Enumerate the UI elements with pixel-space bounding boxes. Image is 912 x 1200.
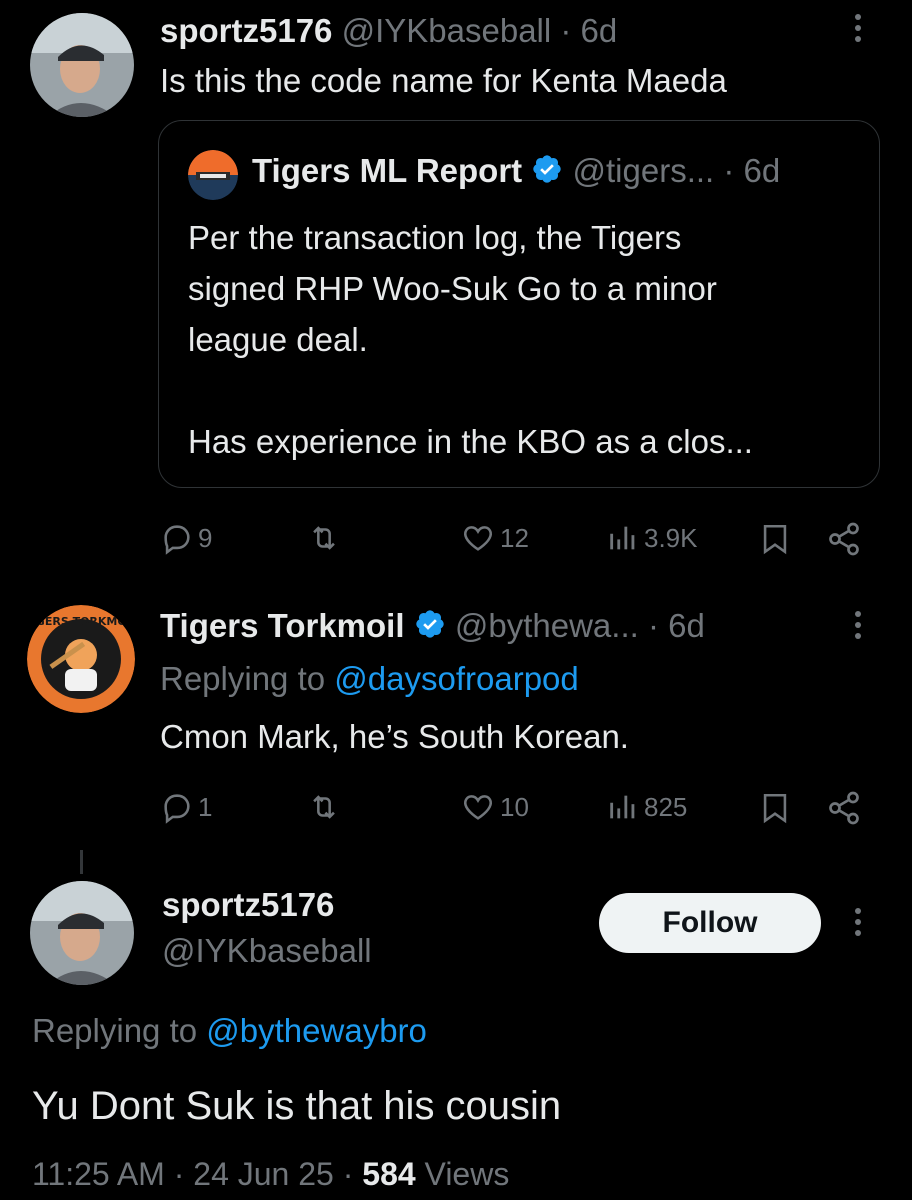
tweet-header: sportz5176 @IYKbaseball · 6d: [160, 12, 617, 50]
views-icon: [610, 526, 635, 550]
retweet-icon: [313, 795, 335, 819]
handle[interactable]: @bythewa...: [455, 607, 639, 644]
reply-icon: [164, 525, 190, 555]
tweet-text: Cmon Mark, he’s South Korean.: [160, 718, 629, 755]
bookmark-icon: [763, 524, 787, 555]
quote-text-line: Has experience in the KBO as a clos...: [188, 423, 753, 460]
mention-link[interactable]: @daysofroarpod: [334, 660, 578, 697]
like-button[interactable]: 10: [460, 790, 529, 824]
separator: ·: [342, 1156, 354, 1192]
share-icon: [829, 791, 859, 825]
mention-link[interactable]: @bythewaybro: [206, 1012, 427, 1049]
reply-button[interactable]: 9: [160, 521, 212, 555]
replying-to: Replying to @daysofroarpod: [160, 660, 579, 698]
like-count: 12: [500, 522, 529, 553]
retweet-button[interactable]: [305, 521, 343, 555]
reply-icon: [164, 794, 190, 824]
quote-text-line: signed RHP Woo-Suk Go to a minor: [188, 270, 717, 307]
quote-display-name: Tigers ML Report: [252, 152, 523, 189]
share-button[interactable]: [826, 790, 862, 826]
handle[interactable]: @IYKbaseball: [162, 932, 372, 970]
quote-timestamp: · 6d: [723, 152, 781, 189]
views-label: Views: [424, 1156, 510, 1192]
handle[interactable]: @IYKbaseball: [342, 12, 552, 49]
more-icon[interactable]: [853, 611, 863, 639]
views-button[interactable]: 825: [606, 790, 687, 824]
reply-count: 9: [198, 522, 213, 553]
tweet-meta: 11:25 AM · 24 Jun 25 · 584 Views: [32, 1156, 509, 1193]
bookmark-button[interactable]: [758, 790, 792, 826]
tweet-date[interactable]: 24 Jun 25: [193, 1156, 334, 1192]
avatar[interactable]: [30, 13, 134, 117]
share-icon: [829, 522, 859, 556]
avatar-logo-text: TIGERS TORKMOIL: [27, 615, 135, 628]
more-icon[interactable]: [853, 908, 863, 936]
tweet-header: Tigers Torkmoil @bythewa... · 6d: [160, 607, 705, 648]
follow-button[interactable]: Follow: [599, 893, 821, 953]
quote-text-line: Per the transaction log, the Tigers: [188, 219, 682, 256]
reply-count: 1: [198, 791, 213, 822]
views-count: 3.9K: [644, 522, 698, 553]
display-name[interactable]: sportz5176: [160, 12, 332, 49]
separator: ·: [173, 1156, 185, 1192]
display-name[interactable]: Tigers Torkmoil: [160, 607, 405, 644]
views-count: 825: [644, 791, 688, 822]
replying-prefix: Replying to: [160, 660, 326, 697]
reply-button[interactable]: 1: [160, 790, 212, 824]
replying-to: Replying to @bythewaybro: [32, 1012, 427, 1050]
quote-header: Tigers ML Report @tigers... · 6d: [252, 152, 780, 193]
views-count: 584: [362, 1156, 416, 1192]
bookmark-button[interactable]: [758, 521, 792, 557]
retweet-button[interactable]: [305, 790, 343, 824]
verified-icon: [414, 608, 446, 648]
like-icon: [464, 526, 492, 551]
avatar[interactable]: [30, 881, 134, 985]
more-icon[interactable]: [853, 14, 863, 42]
views-icon: [610, 795, 635, 819]
share-button[interactable]: [826, 521, 862, 557]
quote-text-line: league deal.: [188, 321, 368, 358]
display-name[interactable]: sportz5176: [162, 886, 334, 924]
verified-icon: [531, 153, 563, 193]
replying-prefix: Replying to: [32, 1012, 198, 1049]
timestamp[interactable]: · 6d: [648, 607, 705, 644]
tweet-text: Yu Dont Suk is that his cousin: [32, 1084, 562, 1128]
tweet-time[interactable]: 11:25 AM: [32, 1156, 165, 1192]
quote-handle: @tigers...: [572, 152, 715, 189]
like-count: 10: [500, 791, 529, 822]
bookmark-icon: [763, 793, 787, 824]
views-button[interactable]: 3.9K: [606, 521, 698, 555]
quote-avatar: [188, 150, 238, 200]
timestamp[interactable]: · 6d: [560, 12, 617, 49]
avatar[interactable]: TIGERS TORKMOIL: [27, 605, 135, 713]
like-icon: [464, 795, 492, 820]
thread-line: [80, 850, 83, 874]
retweet-icon: [313, 526, 335, 550]
tweet-text: Is this the code name for Kenta Maeda: [160, 62, 727, 99]
quote-text: Per the transaction log, the Tigers sign…: [188, 212, 753, 467]
like-button[interactable]: 12: [460, 521, 529, 555]
